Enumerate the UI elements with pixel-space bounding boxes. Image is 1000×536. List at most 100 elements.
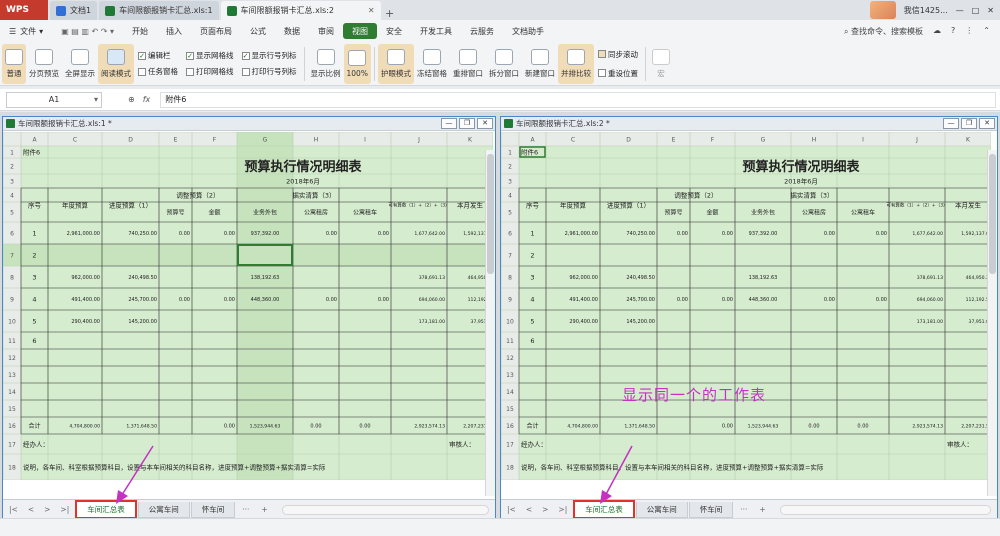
cell-handler: 经办人： xyxy=(521,440,547,449)
avatar[interactable] xyxy=(869,1,896,19)
scroll-thumb[interactable] xyxy=(989,154,996,274)
cell-month: 1,592,137.0 xyxy=(961,231,989,237)
row-header: 3 xyxy=(10,178,14,185)
menu-item-formulas[interactable]: 公式 xyxy=(241,23,275,39)
maximize-icon[interactable]: □ xyxy=(972,6,980,15)
minimize-icon[interactable]: — xyxy=(956,6,964,15)
checkbox-print-gridlines[interactable]: 打印网格线 xyxy=(186,66,234,77)
sheet-grid[interactable]: A C D E F G H I J K 1 2 3 4 5 6 7 8 9 10 11 12 13 14 15 16 17 18 附件6… xyxy=(501,132,991,482)
menu-item-home[interactable]: 开始 xyxy=(123,23,157,39)
cell-progress: 240,498.50 xyxy=(626,275,655,281)
restore-icon[interactable]: ❐ xyxy=(459,118,475,129)
new-window-button[interactable]: 新建窗口 xyxy=(522,44,558,84)
search-command[interactable]: ⌕ 查找命令、搜索模板 xyxy=(844,26,923,37)
minimize-icon[interactable]: — xyxy=(441,118,457,129)
wps-logo[interactable]: WPS xyxy=(0,0,48,20)
macro-button[interactable]: 宏 xyxy=(649,44,673,84)
zoom-100-button[interactable]: 100% xyxy=(343,43,371,84)
menu-item-insert[interactable]: 插入 xyxy=(157,23,191,39)
horizontal-scrollbar[interactable] xyxy=(779,504,991,515)
first-sheet-icon[interactable]: |< xyxy=(507,505,516,514)
doc-tab-2[interactable]: 车间限额报销卡汇总.xls:1 xyxy=(99,1,219,20)
function-icon[interactable]: fx xyxy=(143,95,151,104)
side-by-side-button[interactable]: 并排比较 xyxy=(557,43,594,84)
menu-file[interactable]: ☰ 文件 ▾ xyxy=(0,23,52,39)
quick-access-toolbar[interactable]: ▣ ▤ ▥ ↶ ↷ ▾ xyxy=(52,23,123,39)
close-icon[interactable]: ✕ xyxy=(979,118,995,129)
split-window-button[interactable]: 拆分窗口 xyxy=(486,44,522,84)
zoom-icon[interactable]: ⊕ xyxy=(128,95,135,104)
sheet-tabs-bar: |< < > >| 车间汇总表 公寓车间 怀车间 ··· + xyxy=(3,499,495,519)
scroll-thumb[interactable] xyxy=(487,154,494,274)
next-sheet-icon[interactable]: > xyxy=(542,505,548,514)
name-box[interactable]: A1 ▾ xyxy=(6,91,102,108)
menu-item-developer[interactable]: 开发工具 xyxy=(411,23,461,39)
checkbox-formula-bar[interactable]: ✓ 编辑栏 xyxy=(138,50,178,61)
close-icon[interactable]: ✕ xyxy=(987,6,994,15)
doc-tab-label: 车间限额报销卡汇总.xls:2 xyxy=(240,6,334,15)
eye-protection-button[interactable]: 护眼模式 xyxy=(377,43,414,84)
doc-tab-3[interactable]: 车间限额报销卡汇总.xls:2 ✕ xyxy=(220,1,381,20)
column-header: G xyxy=(263,136,268,143)
freeze-panes-button[interactable]: 冻结窗格 xyxy=(414,44,450,84)
checkbox-task-pane[interactable]: 任务窗格 xyxy=(138,66,178,77)
cell-total-adjust-amount: 0.00 xyxy=(224,423,235,429)
sync-scroll-button[interactable]: 同步滚动 xyxy=(597,49,638,60)
fullscreen-button[interactable]: 全屏显示 xyxy=(62,44,98,84)
checkbox-show-headings[interactable]: ✓ 显示行号列标 xyxy=(241,50,297,61)
checkbox-print-headings[interactable]: 打印行号列标 xyxy=(241,66,297,77)
minimize-icon[interactable]: — xyxy=(943,118,959,129)
add-sheet-button[interactable]: + xyxy=(753,505,771,514)
menu-item-review[interactable]: 审阅 xyxy=(309,23,343,39)
menu-item-security[interactable]: 安全 xyxy=(377,23,411,39)
menu-item-cloud[interactable]: 云服务 xyxy=(461,23,503,39)
menu-item-data[interactable]: 数据 xyxy=(275,23,309,39)
row-header: 8 xyxy=(10,274,14,281)
add-sheet-button[interactable]: + xyxy=(255,505,273,514)
more-sheets-icon[interactable]: ··· xyxy=(236,505,255,514)
sheet-grid[interactable]: A C D E F G H I J K 1 2 3 4 5 6 7 8 9 10 11 12 13 14 15 16 17 18 附件6… xyxy=(3,132,493,482)
last-sheet-icon[interactable]: >| xyxy=(60,505,69,514)
next-sheet-icon[interactable]: > xyxy=(44,505,50,514)
annotation-arrow-right xyxy=(600,445,633,504)
reset-position-button[interactable]: 重设位置 xyxy=(597,68,638,79)
cell-total-label: 合计 xyxy=(28,422,40,430)
menu-item-view[interactable]: 视图 xyxy=(343,23,377,39)
more-sheets-icon[interactable]: ··· xyxy=(734,505,753,514)
cell-seq: 3 xyxy=(32,274,36,282)
more-icon[interactable]: ⋮ xyxy=(965,26,973,37)
prev-sheet-icon[interactable]: < xyxy=(526,505,532,514)
zoom-ratio-button[interactable]: 显示比例 xyxy=(308,44,344,84)
last-sheet-icon[interactable]: >| xyxy=(558,505,567,514)
doc-tab-1[interactable]: 文档1 xyxy=(50,1,98,20)
normal-view-button[interactable]: 普通 xyxy=(2,43,26,84)
page-break-icon xyxy=(35,48,53,65)
vertical-scrollbar[interactable] xyxy=(485,150,495,496)
rearrange-window-button[interactable]: 重排窗口 xyxy=(450,44,486,84)
prev-sheet-icon[interactable]: < xyxy=(28,505,34,514)
menu-item-page-layout[interactable]: 页面布局 xyxy=(191,23,241,39)
restore-icon[interactable]: ❐ xyxy=(961,118,977,129)
help-icon[interactable]: ? xyxy=(951,26,955,37)
reading-mode-button[interactable]: 阅读模式 xyxy=(98,43,134,84)
sheet-svg[interactable]: A C D E F G H I J K123456789101112131415161718附件6… xyxy=(501,132,991,481)
formula-input[interactable]: 附件6 xyxy=(160,91,996,108)
sheet-tab-huai[interactable]: 怀车间 xyxy=(190,501,236,518)
checkbox-show-gridlines[interactable]: ✓ 显示网格线 xyxy=(186,50,234,61)
close-icon[interactable]: ✕ xyxy=(368,6,375,15)
sheet-tab-huai[interactable]: 怀车间 xyxy=(688,501,734,518)
close-icon[interactable]: ✕ xyxy=(477,118,493,129)
page-break-preview-button[interactable]: 分页预览 xyxy=(26,44,62,84)
vertical-scrollbar[interactable] xyxy=(987,150,997,496)
user-name[interactable]: 我信1425... xyxy=(904,5,948,16)
cell-annual: 491,400.00 xyxy=(71,297,100,303)
menu-item-assistant[interactable]: 文档助手 xyxy=(503,23,553,39)
search-placeholder: 查找命令、搜索模板 xyxy=(851,26,924,36)
sheet-svg[interactable]: A C D E F G H I J K123456789101112131415161718附件6… xyxy=(3,132,493,481)
chevron-up-icon[interactable]: ⌃ xyxy=(983,26,990,37)
horizontal-scrollbar[interactable] xyxy=(281,504,489,515)
collaborate-icon[interactable]: ☁ xyxy=(933,26,941,37)
first-sheet-icon[interactable]: |< xyxy=(9,505,18,514)
new-tab-button[interactable]: + xyxy=(381,7,399,20)
row-header: 14 xyxy=(8,389,16,396)
